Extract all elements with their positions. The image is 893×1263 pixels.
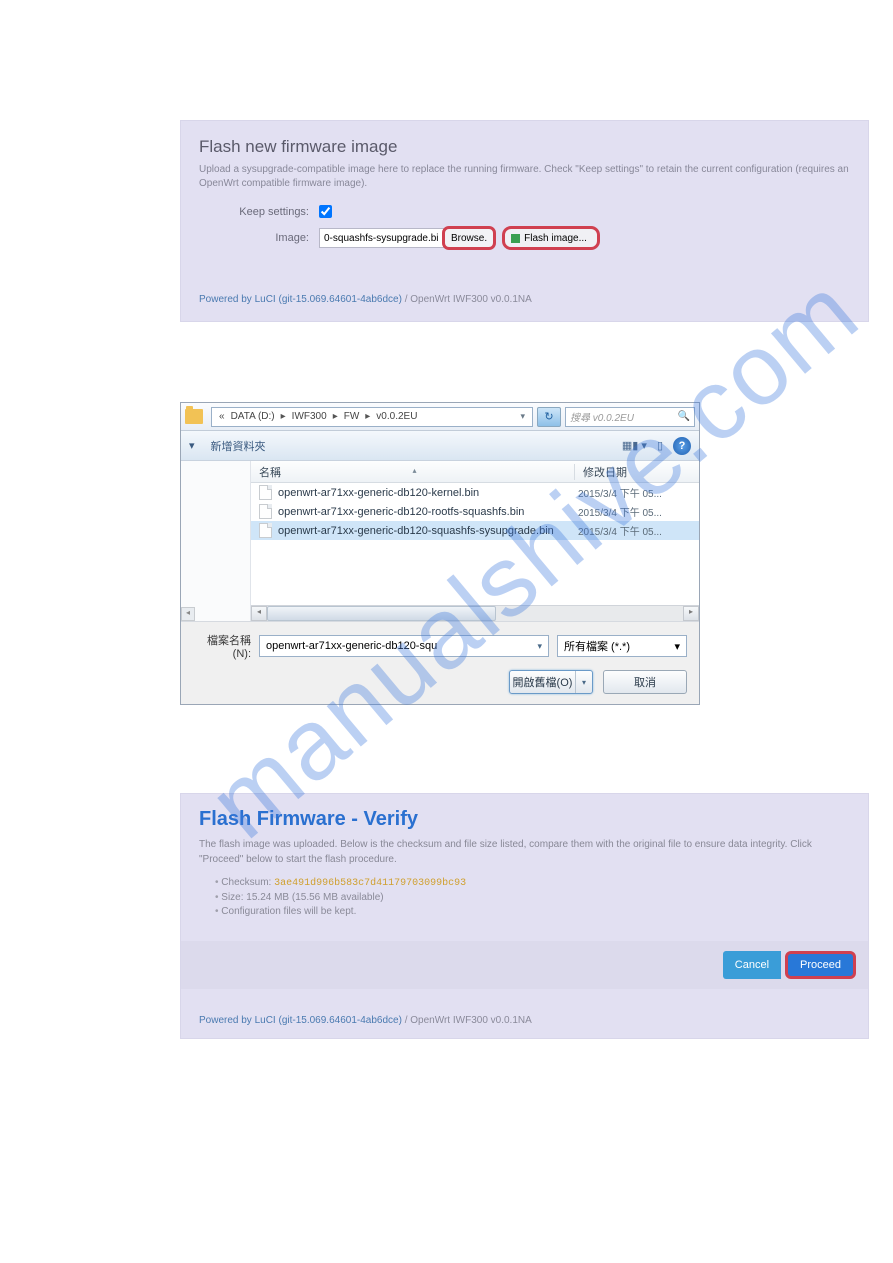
checksum-value: 3ae491d996b583c7d41179703099bc93	[274, 878, 466, 889]
verify-footer: Powered by LuCI (git-15.069.64601-4ab6dc…	[199, 1015, 850, 1026]
h-scrollbar[interactable]: ◂ ▸	[251, 605, 699, 621]
file-date: 2015/3/4 下午 05...	[578, 485, 662, 500]
filetype-filter[interactable]: 所有檔案 (*.*) ▾	[557, 635, 687, 657]
checksum-item: Checksum: 3ae491d996b583c7d41179703099bc…	[215, 877, 850, 889]
verify-panel: Flash Firmware - Verify The flash image …	[180, 793, 869, 1039]
verify-title: Flash Firmware - Verify	[199, 808, 850, 831]
flash-label: Flash image...	[524, 233, 587, 244]
help-button[interactable]: ?	[673, 437, 691, 455]
dialog-buttons: 開啟舊檔(O) ▾ 取消	[193, 670, 687, 694]
folder-icon	[185, 409, 203, 424]
file-icon	[259, 485, 272, 500]
scroll-right-button[interactable]: ▸	[683, 606, 699, 621]
open-button[interactable]: 開啟舊檔(O) ▾	[509, 670, 593, 694]
file-date: 2015/3/4 下午 05...	[578, 504, 662, 519]
refresh-button[interactable]: ↻	[537, 407, 561, 427]
filename-row: 檔案名稱(N): openwrt-ar71xx-generic-db120-sq…	[193, 632, 687, 660]
breadcrumb[interactable]: « DATA (D:)▸ IWF300▸ FW▸ v0.0.2EU ▾	[211, 407, 533, 427]
organize-dropdown[interactable]: ▾	[189, 439, 195, 452]
file-list-pane: ▴名稱 修改日期 openwrt-ar71xx-generic-db120-ke…	[251, 461, 699, 621]
filter-dropdown-icon: ▾	[674, 640, 680, 653]
file-row-selected[interactable]: openwrt-ar71xx-generic-db120-squashfs-sy…	[251, 521, 699, 540]
search-placeholder: 搜尋 v0.0.2EU	[570, 409, 634, 424]
column-headers[interactable]: ▴名稱 修改日期	[251, 461, 699, 483]
file-name: openwrt-ar71xx-generic-db120-squashfs-sy…	[278, 525, 578, 537]
file-list: openwrt-ar71xx-generic-db120-kernel.bin …	[251, 483, 699, 605]
size-item: Size: 15.24 MB (15.56 MB available)	[215, 892, 850, 903]
keep-settings-checkbox[interactable]	[319, 205, 332, 218]
filename-label: 檔案名稱(N):	[193, 632, 259, 660]
dialog-topbar: « DATA (D:)▸ IWF300▸ FW▸ v0.0.2EU ▾ ↻ 搜尋…	[181, 403, 699, 431]
keep-settings-row: Keep settings:	[199, 205, 850, 218]
col-date[interactable]: 修改日期	[575, 464, 699, 480]
preview-toggle[interactable]: ▯	[657, 439, 663, 452]
filename-value: openwrt-ar71xx-generic-db120-squ	[266, 640, 437, 652]
filename-dropdown-icon[interactable]: ▾	[537, 641, 542, 652]
panel-footer: Powered by LuCI (git-15.069.64601-4ab6dc…	[199, 294, 850, 305]
verify-desc: The flash image was uploaded. Below is t…	[199, 837, 850, 867]
panel-title: Flash new firmware image	[199, 137, 850, 157]
file-area: ◂ ▴名稱 修改日期 openwrt-ar71xx-generic-db120-…	[181, 461, 699, 621]
col-name[interactable]: ▴名稱	[251, 464, 575, 480]
footer-link[interactable]: Powered by LuCI (git-15.069.64601-4ab6dc…	[199, 294, 402, 305]
search-icon: 🔍	[678, 411, 690, 422]
bc-4[interactable]: v0.0.2EU	[376, 411, 417, 422]
file-row[interactable]: openwrt-ar71xx-generic-db120-rootfs-squa…	[251, 502, 699, 521]
nav-pane[interactable]: ◂	[181, 461, 251, 621]
bc-1[interactable]: DATA (D:)	[231, 411, 275, 422]
bc-3[interactable]: FW	[344, 411, 360, 422]
view-button[interactable]: ▦▮ ▾	[622, 439, 647, 452]
bc-back[interactable]: «	[219, 411, 225, 422]
image-label: Image:	[199, 232, 309, 244]
filter-value: 所有檔案 (*.*)	[564, 638, 630, 654]
open-dropdown-icon[interactable]: ▾	[576, 678, 592, 687]
proceed-button[interactable]: Proceed	[785, 951, 856, 979]
dialog-toolbar: ▾ 新增資料夾 ▦▮ ▾ ▯ ?	[181, 431, 699, 461]
verify-buttons: Cancel Proceed	[181, 941, 868, 989]
scroll-left-button[interactable]: ◂	[251, 606, 267, 621]
dialog-bottom: 檔案名稱(N): openwrt-ar71xx-generic-db120-sq…	[181, 621, 699, 704]
cancel-button[interactable]: Cancel	[723, 951, 781, 979]
filename-input[interactable]: openwrt-ar71xx-generic-db120-squ ▾	[259, 635, 549, 657]
file-name: openwrt-ar71xx-generic-db120-kernel.bin	[278, 487, 578, 499]
file-date: 2015/3/4 下午 05...	[578, 523, 662, 538]
config-item: Configuration files will be kept.	[215, 906, 850, 917]
image-file-input[interactable]	[319, 228, 444, 248]
flash-image-button[interactable]: Flash image...	[502, 226, 600, 250]
flash-firmware-panel: Flash new firmware image Upload a sysupg…	[180, 120, 869, 322]
file-icon	[259, 523, 272, 538]
nav-scroll-left[interactable]: ◂	[181, 607, 195, 621]
panel-desc: Upload a sysupgrade-compatible image her…	[199, 163, 850, 191]
footer-rest: / OpenWrt IWF300 v0.0.1NA	[402, 1015, 532, 1026]
footer-link[interactable]: Powered by LuCI (git-15.069.64601-4ab6dc…	[199, 1015, 402, 1026]
file-name: openwrt-ar71xx-generic-db120-rootfs-squa…	[278, 506, 578, 518]
file-icon	[259, 504, 272, 519]
keep-label: Keep settings:	[199, 206, 309, 218]
verify-list: Checksum: 3ae491d996b583c7d41179703099bc…	[199, 877, 850, 917]
scroll-thumb[interactable]	[267, 606, 496, 621]
new-folder-button[interactable]: 新增資料夾	[211, 438, 266, 454]
browse-button[interactable]: Browse.	[442, 226, 496, 250]
cancel-button[interactable]: 取消	[603, 670, 687, 694]
sort-icon: ▴	[413, 466, 417, 475]
search-input[interactable]: 搜尋 v0.0.2EU 🔍	[565, 407, 695, 427]
file-open-dialog: « DATA (D:)▸ IWF300▸ FW▸ v0.0.2EU ▾ ↻ 搜尋…	[180, 402, 700, 705]
flash-icon	[511, 234, 520, 243]
image-row: Image: Browse. Flash image...	[199, 226, 850, 250]
file-row[interactable]: openwrt-ar71xx-generic-db120-kernel.bin …	[251, 483, 699, 502]
bc-2[interactable]: IWF300	[292, 411, 327, 422]
footer-rest: / OpenWrt IWF300 v0.0.1NA	[402, 294, 532, 305]
